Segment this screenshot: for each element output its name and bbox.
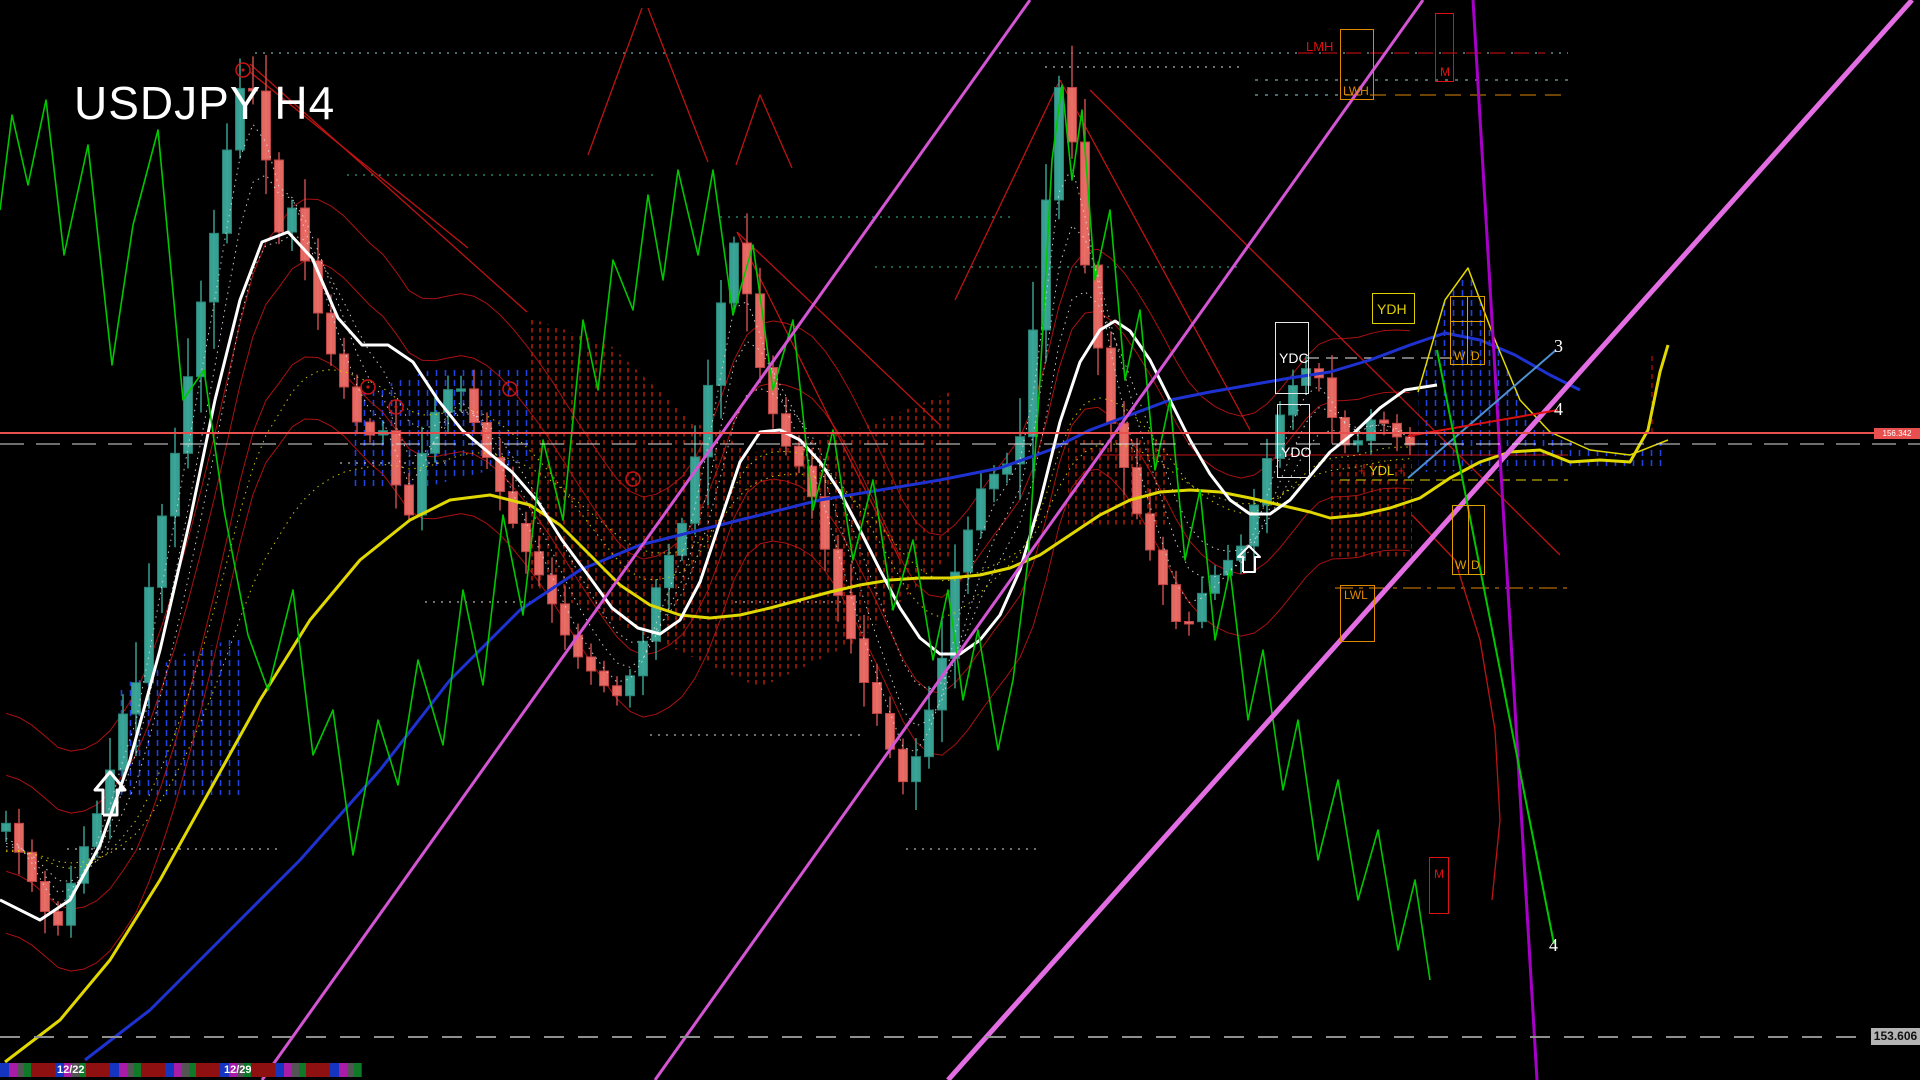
level-label-m-bottom: M — [1434, 868, 1444, 880]
projection-label-4b: 4 — [1549, 936, 1558, 954]
price-chart-canvas[interactable] — [0, 0, 1920, 1080]
level-label-ydl-group[interactable]: + YDL + — [1358, 464, 1405, 477]
projection-label-4a: 4 — [1554, 400, 1563, 418]
level-label-ydo: YDO — [1281, 445, 1311, 459]
period-box-wd-upper[interactable]: W D — [1450, 296, 1485, 365]
level-box-ydc[interactable]: YDC — [1275, 322, 1309, 394]
period-label-w-upper: W — [1454, 350, 1465, 362]
chart-symbol-title: USDJPY H4 — [74, 80, 335, 126]
level-label-ydh: YDH — [1377, 302, 1407, 316]
period-label-w-lower: W — [1455, 559, 1466, 571]
level-box-lwh[interactable]: LWH — [1340, 29, 1374, 100]
projection-label-3: 3 — [1554, 337, 1563, 355]
wd-box-divider-v — [1467, 297, 1468, 364]
date-label-1229: 12/29 — [224, 1064, 252, 1076]
level-box-m-top[interactable]: M — [1435, 13, 1454, 82]
level-lines-front — [0, 433, 1920, 1037]
current-price-tag: 156.342 — [1874, 428, 1920, 439]
level-label-ydl: YDL — [1369, 463, 1394, 478]
wd-box-divider-h — [1451, 321, 1484, 322]
plus-mark-left: + — [1358, 463, 1366, 478]
level-box-ydh[interactable]: YDH — [1372, 293, 1415, 324]
level-label-lmh[interactable]: LMH — [1306, 40, 1333, 53]
trading-chart-window: { "title": "USDJPY H4", "labels": { "lmh… — [0, 0, 1920, 1080]
level-box-lwl[interactable]: LWL — [1340, 585, 1375, 642]
period-indicator-strip — [0, 1063, 362, 1077]
period-box-wd-lower[interactable]: W D — [1452, 505, 1485, 575]
level-label-m-top: M — [1440, 66, 1450, 78]
level-label-lwh: LWH — [1343, 85, 1369, 97]
level-box-m-bottom[interactable]: M — [1429, 857, 1449, 914]
date-label-1222: 12/22 — [57, 1064, 85, 1076]
level-box-ydo[interactable]: YDO — [1277, 404, 1310, 478]
price-level-tag: 153.606 — [1871, 1028, 1920, 1045]
period-label-d-upper: D — [1471, 350, 1480, 362]
level-label-ydc: YDC — [1279, 351, 1309, 365]
wd-box-divider-v2 — [1468, 506, 1469, 574]
period-label-d-lower: D — [1471, 559, 1480, 571]
level-label-lwl: LWL — [1344, 589, 1368, 601]
plus-mark-right: + — [1397, 463, 1405, 478]
